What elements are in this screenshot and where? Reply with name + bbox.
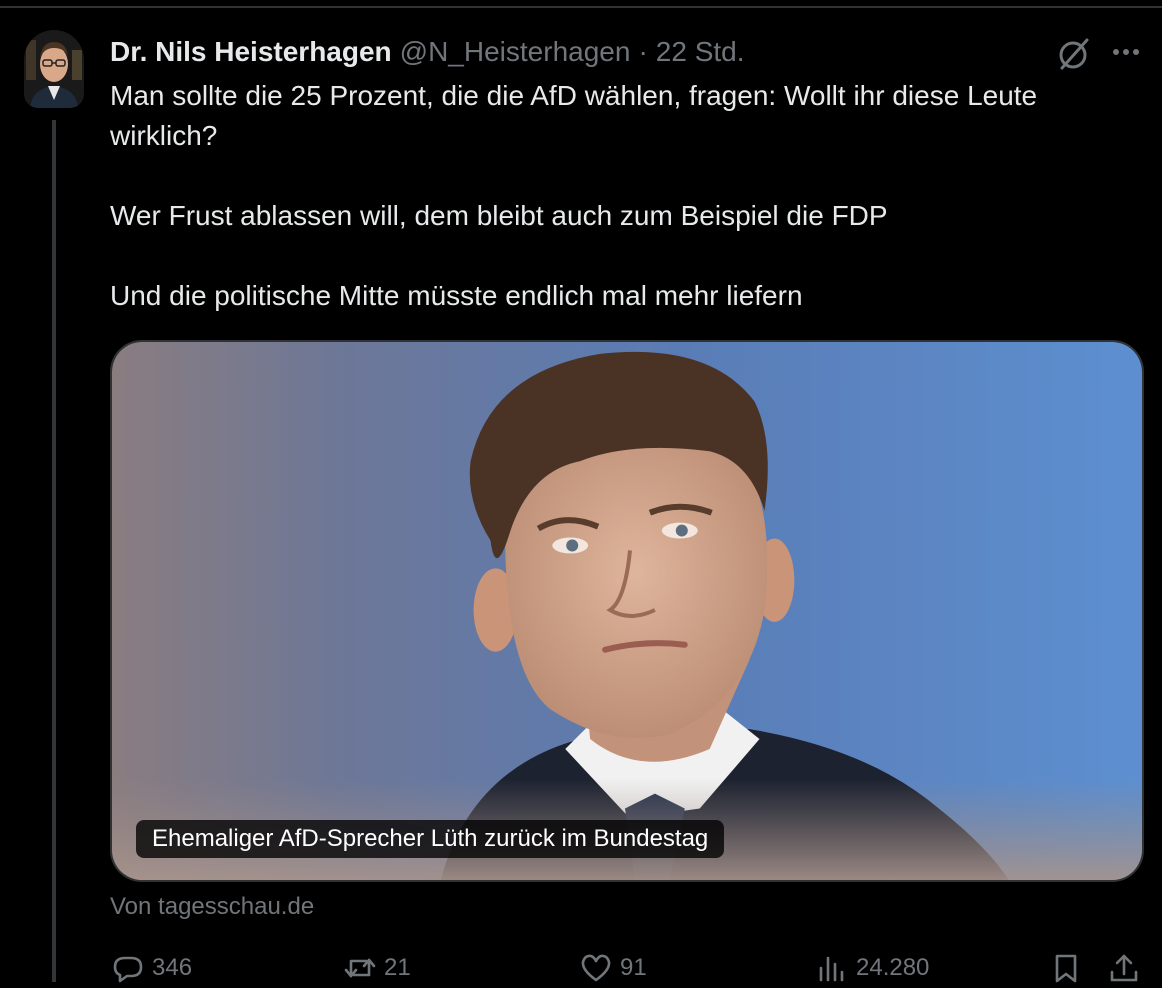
reply-icon [113,956,143,983]
grok-icon[interactable] [1054,34,1094,74]
author-name[interactable]: Dr. Nils Heisterhagen [110,36,392,68]
like-count: 91 [620,954,647,981]
top-divider [0,6,1162,8]
reply-button[interactable]: 346 [110,948,192,988]
card-image [112,342,1142,880]
more-icon[interactable] [1108,40,1144,64]
timestamp[interactable]: 22 Std. [656,36,745,68]
reply-count: 346 [152,954,193,981]
share-icon [1110,954,1138,982]
repost-icon [344,958,376,978]
card-source[interactable]: Von tagesschau.de [110,890,314,924]
tweet-line-3: Und die politische Mitte müsste endlich … [110,280,803,311]
heart-icon [581,954,611,982]
tweet-text: Man sollte die 25 Prozent, die die AfD w… [110,76,1150,316]
author-handle[interactable]: @N_Heisterhagen [400,36,631,68]
tweet-line-1: Man sollte die 25 Prozent, die die AfD w… [110,80,1038,151]
tweet-actions: 346 21 91 24.280 [110,948,1150,988]
separator-dot: · [638,36,648,67]
views-icon [819,956,844,982]
repost-count: 21 [384,954,411,981]
views-button[interactable]: 24.280 [814,948,929,988]
link-card[interactable]: Ehemaliger AfD-Sprecher Lüth zurück im B… [110,340,1144,882]
views-count: 24.280 [856,954,930,981]
avatar[interactable] [24,30,84,108]
card-caption: Ehemaliger AfD-Sprecher Lüth zurück im B… [136,820,725,858]
repost-button[interactable]: 21 [342,948,411,988]
tweet-header: Dr. Nils Heisterhagen @N_Heisterhagen · … [110,32,745,72]
avatar-image [24,30,84,108]
thread-line [52,120,56,982]
tweet-line-2: Wer Frust ablassen will, dem bleibt auch… [110,200,888,231]
like-button[interactable]: 91 [578,948,647,988]
share-button[interactable] [1106,948,1148,988]
bookmark-icon [1055,954,1077,983]
bookmark-button[interactable] [1048,948,1090,988]
